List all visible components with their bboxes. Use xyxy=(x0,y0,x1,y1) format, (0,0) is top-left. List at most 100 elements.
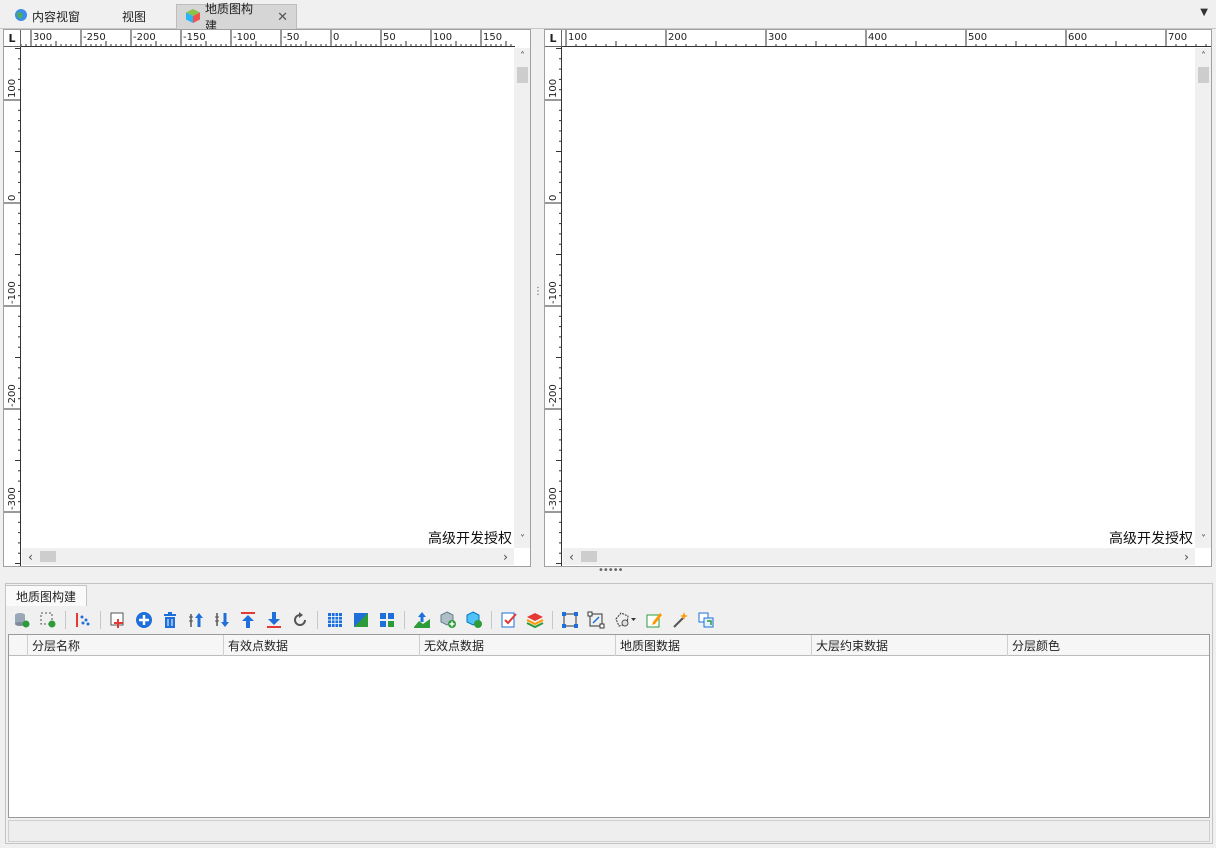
horizontal-splitter-grip[interactable]: ••••• xyxy=(598,566,624,576)
edit-boundary-button[interactable] xyxy=(584,609,608,631)
scroll-thumb[interactable] xyxy=(40,551,56,562)
scroll-down-icon[interactable]: ˅ xyxy=(514,531,530,548)
panel-tab-geologic-map-build[interactable]: 地质图构建 xyxy=(5,585,88,606)
column-header-constraint-data[interactable]: 大层约束数据 xyxy=(812,635,1008,656)
ruler-label: -100 xyxy=(548,281,559,304)
move-layer-top-button[interactable] xyxy=(236,609,260,631)
ruler-label: 300 xyxy=(768,32,787,43)
column-header-layer-name[interactable]: 分层名称 xyxy=(28,635,224,656)
table-header: 分层名称 有效点数据 无效点数据 地质图数据 大层约束数据 分层颜色 xyxy=(9,635,1209,656)
scroll-left-icon[interactable]: ‹ xyxy=(22,548,39,565)
license-watermark: 高级开发授权 xyxy=(428,531,512,547)
vertical-ruler: 100 0 -100 -200 -300 xyxy=(545,47,562,566)
ruler-label: 500 xyxy=(968,32,987,43)
scroll-left-icon[interactable]: ‹ xyxy=(563,548,580,565)
scroll-up-icon[interactable]: ˄ xyxy=(514,48,530,65)
build-model-button[interactable] xyxy=(436,609,460,631)
license-watermark: 高级开发授权 xyxy=(1109,531,1193,547)
ruler-label: 200 xyxy=(668,32,687,43)
model-settings-button[interactable] xyxy=(462,609,486,631)
blocks-icon xyxy=(380,613,394,627)
database-gear-icon xyxy=(15,613,30,628)
move-layer-down-button[interactable] xyxy=(210,609,234,631)
refresh-icon xyxy=(294,612,306,626)
layer-export-button[interactable] xyxy=(523,609,547,631)
tab-view[interactable]: 视图 xyxy=(114,4,154,29)
scroll-thumb[interactable] xyxy=(581,551,597,562)
move-bottom-icon xyxy=(267,612,281,628)
ruler-label: 150 xyxy=(483,32,502,43)
ruler-label: 100 xyxy=(7,79,18,98)
column-header-invalid-points[interactable]: 无效点数据 xyxy=(420,635,616,656)
map-canvas[interactable]: 高级开发授权 xyxy=(22,48,514,548)
scatter-axis-icon xyxy=(76,613,90,627)
import-surface-button[interactable] xyxy=(410,609,434,631)
triangle-grid-button[interactable] xyxy=(349,609,373,631)
move-layer-up-button[interactable] xyxy=(184,609,208,631)
point-distribution-button[interactable] xyxy=(71,609,95,631)
vertical-splitter-grip[interactable]: ⋮ xyxy=(533,287,543,306)
ruler-label: -100 xyxy=(7,281,18,304)
check-data-button[interactable] xyxy=(497,609,521,631)
close-icon[interactable]: ✕ xyxy=(277,10,288,25)
scroll-down-icon[interactable]: ˅ xyxy=(1195,531,1211,548)
horizontal-ruler: 300 -250 -200 -150 -100 -50 0 50 100 150 xyxy=(20,30,515,47)
edit-attribute-button[interactable] xyxy=(642,609,666,631)
import-surface-icon xyxy=(414,612,430,628)
horizontal-ruler: 100 200 300 400 500 600 700 xyxy=(562,30,1211,47)
panel-toolbar xyxy=(10,608,720,632)
scroll-right-icon[interactable]: › xyxy=(1178,548,1195,565)
add-frame-icon xyxy=(110,612,124,628)
magic-wand-button[interactable] xyxy=(668,609,692,631)
move-layer-bottom-button[interactable] xyxy=(262,609,286,631)
scroll-right-icon[interactable]: › xyxy=(497,548,514,565)
convert-data-button[interactable] xyxy=(694,609,718,631)
triangle-fill-icon xyxy=(354,613,368,627)
grid-generate-button[interactable] xyxy=(323,609,347,631)
map-canvas[interactable]: 高级开发授权 xyxy=(563,48,1195,548)
block-grid-button[interactable] xyxy=(375,609,399,631)
ruler-label: 700 xyxy=(1168,32,1187,43)
ruler-label: -50 xyxy=(283,32,299,43)
convert-icon xyxy=(698,612,714,628)
globe-icon xyxy=(14,8,28,25)
add-layer-button[interactable] xyxy=(132,609,156,631)
tab-geologic-map-build[interactable]: 地质图构建 ✕ xyxy=(176,2,297,33)
refresh-button[interactable] xyxy=(288,609,312,631)
column-header-valid-points[interactable]: 有效点数据 xyxy=(224,635,420,656)
ruler-corner[interactable]: L xyxy=(4,30,21,47)
right-map-view: L 100 200 300 400 500 600 700 100 0 -100 -200 -300… xyxy=(544,29,1212,567)
scroll-thumb[interactable] xyxy=(517,67,528,83)
model-add-icon xyxy=(440,611,456,628)
delete-layer-button[interactable] xyxy=(158,609,182,631)
pencil-note-icon xyxy=(646,613,662,628)
vertical-scrollbar[interactable]: ˄ ˅ xyxy=(514,48,530,548)
scroll-thumb[interactable] xyxy=(1198,67,1209,83)
add-layer-frame-button[interactable] xyxy=(106,609,130,631)
tab-content-window[interactable]: 内容视窗 xyxy=(6,4,88,29)
horizontal-scrollbar[interactable]: ‹ › xyxy=(22,548,514,565)
move-top-icon xyxy=(241,612,255,628)
layers-icon xyxy=(526,613,544,629)
polygon-tool-dropdown[interactable] xyxy=(610,609,640,631)
layer-table[interactable]: 分层名称 有效点数据 无效点数据 地质图数据 大层约束数据 分层颜色 xyxy=(8,634,1210,818)
column-header-layer-color[interactable]: 分层颜色 xyxy=(1008,635,1209,656)
select-nodes-button[interactable] xyxy=(558,609,582,631)
column-header-geologic-map-data[interactable]: 地质图数据 xyxy=(616,635,812,656)
dashed-box-gear-icon xyxy=(40,612,56,628)
horizontal-scrollbar[interactable]: ‹ › xyxy=(563,548,1195,565)
ruler-label: 0 xyxy=(7,195,18,201)
ruler-label: -200 xyxy=(7,384,18,407)
tab-dropdown-icon[interactable]: ▼ xyxy=(1200,7,1208,18)
ruler-label: -250 xyxy=(83,32,106,43)
left-map-view: L 300 -250 -200 -150 -100 -50 0 50 100 150 100 0 -1… xyxy=(3,29,531,567)
scroll-up-icon[interactable]: ˄ xyxy=(1195,48,1211,65)
range-settings-button[interactable] xyxy=(36,609,60,631)
ruler-corner[interactable]: L xyxy=(545,30,562,47)
ruler-label: -100 xyxy=(233,32,256,43)
horizontal-ruler-ticks: 100 200 300 400 500 600 700 xyxy=(565,30,1207,47)
layer-database-settings-button[interactable] xyxy=(10,609,34,631)
vertical-ruler-ticks: 100 0 -100 -200 -300 xyxy=(545,48,562,564)
ruler-label: 300 xyxy=(33,32,52,43)
vertical-scrollbar[interactable]: ˄ ˅ xyxy=(1195,48,1211,548)
